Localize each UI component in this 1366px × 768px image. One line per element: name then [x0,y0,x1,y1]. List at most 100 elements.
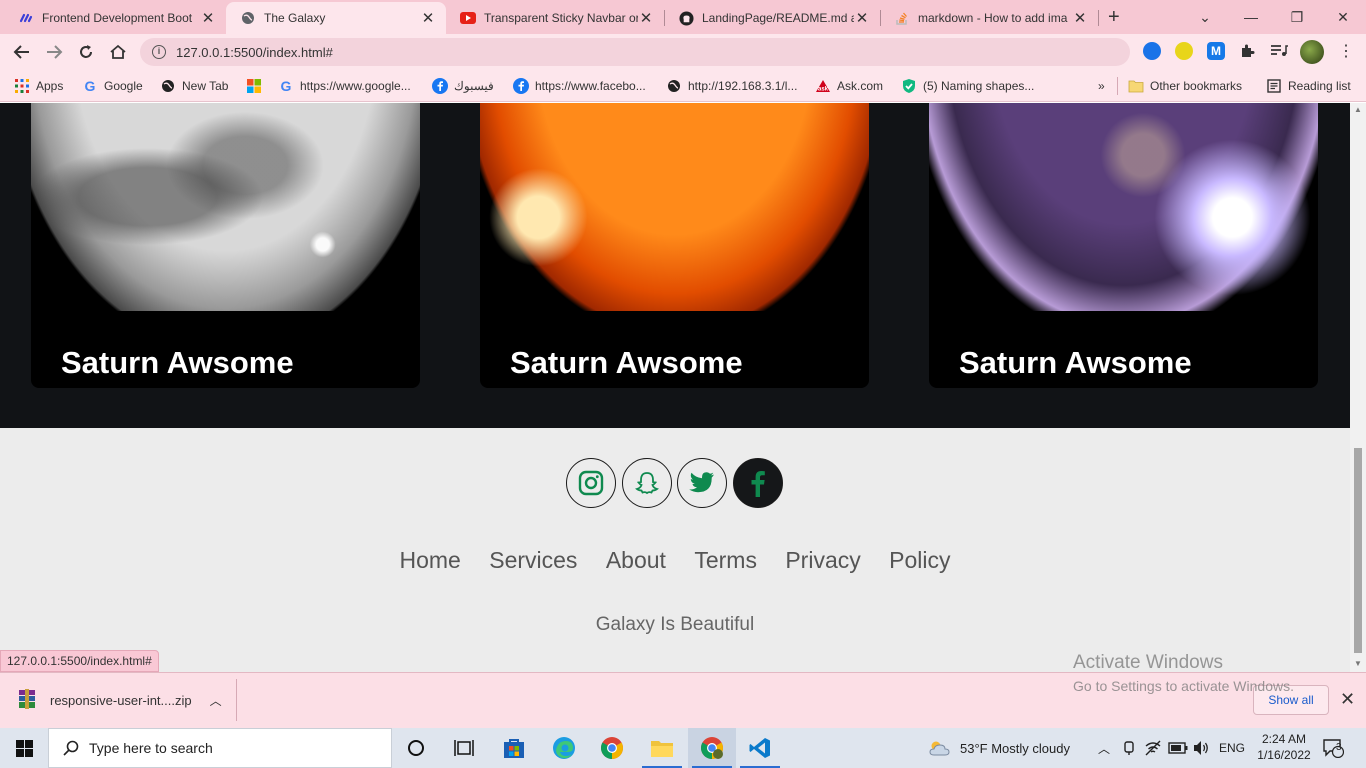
edge-app[interactable] [540,728,588,768]
show-hidden-icons-button[interactable]: ︿ [1098,728,1110,768]
scroll-up-arrow-icon[interactable]: ▲ [1354,105,1362,114]
footer-link-services[interactable]: Services [489,547,577,573]
bookmark-label: New Tab [182,79,229,93]
ask-icon: ask [815,78,831,94]
minimize-button[interactable]: — [1228,4,1274,30]
bookmark-google-search[interactable]: G https://www.google... [278,77,411,95]
gallery-card[interactable]: Saturn Awsome [31,103,420,388]
weather-widget[interactable]: 53°F Mostly cloudy [928,728,1070,768]
chrome-profile-app[interactable] [688,728,736,768]
close-tab-icon[interactable]: ✕ [1072,9,1088,27]
bookmark-facebook-ar[interactable]: فيسبوك [432,77,494,95]
footer-link-home[interactable]: Home [399,547,460,573]
tray-battery-icon[interactable] [1168,728,1188,768]
bookmark-google[interactable]: G Google [82,77,143,95]
bookmarks-overflow-button[interactable]: » [1098,77,1105,95]
home-icon [110,44,126,59]
back-arrow-icon [13,45,29,59]
profile-avatar[interactable] [1300,40,1324,64]
task-view-button[interactable] [440,728,488,768]
svg-text:ask: ask [818,87,829,93]
bookmark-facebook[interactable]: https://www.facebo... [513,77,646,95]
twitter-link[interactable] [677,458,727,508]
taskbar-clock[interactable]: 2:24 AM 1/16/2022 [1256,731,1312,763]
close-tab-icon[interactable]: ✕ [638,9,654,27]
bookmark-new-tab[interactable]: New Tab [160,77,228,95]
winrar-archive-icon [18,689,36,712]
start-button[interactable] [0,728,48,768]
bookmark-ask[interactable]: ask Ask.com [815,77,883,95]
gallery-card[interactable]: Saturn Awsome [929,103,1318,388]
media-control-icon[interactable] [1270,44,1288,58]
address-bar[interactable]: i 127.0.0.1:5500/index.html# [140,38,1130,66]
address-url: 127.0.0.1:5500/index.html# [176,44,333,60]
footer-link-about[interactable]: About [606,547,666,573]
clock-date: 1/16/2022 [1257,748,1311,762]
extension-yellow-icon[interactable] [1175,42,1193,60]
bookmark-reading-list[interactable]: Reading list [1266,77,1351,95]
footer-link-policy[interactable]: Policy [889,547,950,573]
moon-surface-image [31,103,420,311]
bookmark-naming-shapes[interactable]: (5) Naming shapes... [901,77,1034,95]
clock-time: 2:24 AM [1261,732,1307,746]
tab-transparent-navbar[interactable]: Transparent Sticky Navbar or ✕ [446,2,664,34]
google-icon: G [280,78,292,94]
extensions-puzzle-icon[interactable] [1239,43,1255,59]
close-download-shelf-icon[interactable]: ✕ [1340,689,1355,710]
tray-network-icon[interactable] [1144,728,1162,768]
language-indicator[interactable]: ENG [1219,728,1245,768]
overflow-chevron-icon: » [1098,79,1105,93]
gallery-card[interactable]: Saturn Awsome [480,103,869,388]
home-button[interactable] [106,40,130,64]
chrome-menu-icon[interactable]: ⋮ [1338,43,1354,61]
forward-button[interactable] [42,40,66,64]
taskbar-search-box[interactable]: Type here to search [48,728,392,768]
close-tab-icon[interactable]: ✕ [854,9,870,27]
bookmark-router[interactable]: http://192.168.3.1/l... [666,77,797,95]
close-window-button[interactable]: ✕ [1320,4,1366,30]
cortana-button[interactable] [392,728,440,768]
footer-tagline: Galaxy Is Beautiful [595,614,755,635]
bookmark-label: Reading list [1288,79,1351,93]
tab-frontend-bootcamp[interactable]: Frontend Development Boot ✕ [4,2,226,34]
back-button[interactable] [10,40,34,64]
tray-pen-icon[interactable] [1122,728,1136,768]
action-center-button[interactable]: 3 [1322,728,1344,768]
close-tab-icon[interactable]: ✕ [420,9,436,27]
tab-the-galaxy[interactable]: The Galaxy ✕ [226,2,446,34]
microsoft-store-app[interactable] [490,728,538,768]
tab-markdown-images[interactable]: markdown - How to add ima ✕ [880,2,1098,34]
new-tab-button[interactable]: + [1108,6,1120,29]
chrome-icon [601,737,623,759]
activate-subtitle: Go to Settings to activate Windows. [1073,678,1294,694]
tray-volume-icon[interactable] [1192,728,1210,768]
site-info-icon[interactable]: i [152,45,166,59]
download-item[interactable]: responsive-user-int....zip ︿ [18,689,222,712]
tab-github-readme[interactable]: LandingPage/README.md at ✕ [664,2,880,34]
reload-button[interactable] [74,40,98,64]
facebook-icon [432,78,448,94]
tab-search-chevron-icon[interactable]: ⌄ [1182,4,1228,30]
bookmark-microsoft[interactable] [246,77,268,95]
maximize-button[interactable]: ❐ [1274,4,1320,30]
snapchat-link[interactable] [622,458,672,508]
footer-link-terms[interactable]: Terms [694,547,757,573]
facebook-link[interactable] [733,458,783,508]
chrome-app[interactable] [588,728,636,768]
vscode-app[interactable] [736,728,784,768]
page-scrollbar[interactable]: ▲ ▼ [1350,103,1366,672]
bookmark-other-bookmarks[interactable]: Other bookmarks [1128,77,1242,95]
extension-blue-icon[interactable] [1143,42,1161,60]
chevron-up-icon: ︿ [1098,741,1111,756]
bookmark-apps[interactable]: Apps [14,77,63,95]
scroll-down-arrow-icon[interactable]: ▼ [1354,659,1362,668]
gallery-section: Saturn Awsome Saturn Awsome Saturn Awsom… [0,103,1350,428]
instagram-link[interactable] [566,458,616,508]
file-explorer-app[interactable] [638,728,686,768]
chevron-up-icon[interactable]: ︿ [210,692,222,709]
extension-m-icon[interactable]: M [1207,42,1225,60]
close-tab-icon[interactable]: ✕ [200,9,216,27]
scrollbar-thumb[interactable] [1354,448,1362,653]
card-caption: Saturn Awsome [959,345,1192,380]
footer-link-privacy[interactable]: Privacy [785,547,860,573]
